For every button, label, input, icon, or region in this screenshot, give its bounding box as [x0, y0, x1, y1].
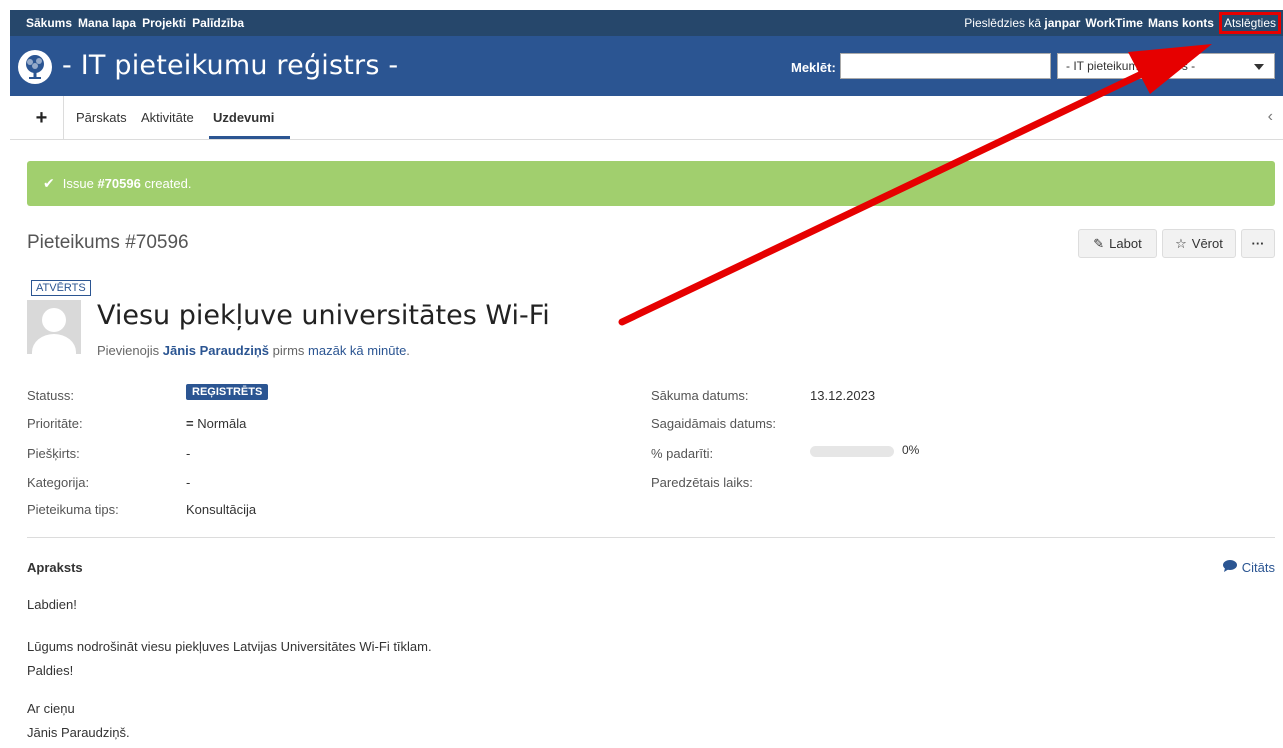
- tree-logo-icon: [18, 50, 52, 84]
- top-menu: Sākums Mana lapa Projekti Palīdzība Pies…: [10, 10, 1283, 36]
- menu-my-page-link[interactable]: Mana lapa: [78, 16, 136, 30]
- priority-equals-icon: =: [186, 416, 194, 431]
- selected-tab-indicator: [209, 136, 290, 139]
- scroll-left-icon[interactable]: ‹: [1268, 108, 1273, 126]
- speech-bubble-icon: [1222, 560, 1237, 575]
- new-object-button[interactable]: +: [20, 96, 64, 140]
- search-input[interactable]: [840, 53, 1051, 79]
- tab-issues[interactable]: Uzdevumi: [213, 110, 274, 125]
- description-line: Jānis Paraudziņš.: [27, 725, 130, 740]
- attr-type-value: Konsultācija: [186, 502, 257, 517]
- flash-notice: ✔ Issue #70596 created.: [27, 161, 1275, 206]
- quote-button[interactable]: Citāts: [1222, 560, 1275, 575]
- pencil-icon: ✎: [1093, 235, 1105, 251]
- menu-projects-link[interactable]: Projekti: [142, 16, 186, 30]
- priority-text: Normāla: [197, 416, 247, 431]
- attr-status-label: Statuss:: [27, 388, 74, 403]
- logged-in-prefix: Pieslēdzies kā: [964, 16, 1042, 30]
- attr-category-value: -: [186, 475, 191, 490]
- status-value-badge: REĢISTRĒTS: [186, 384, 269, 400]
- attr-category-label: Kategorija:: [27, 475, 90, 490]
- avatar: [27, 300, 81, 354]
- time-prefix: pirms: [272, 343, 305, 358]
- attr-start-date-value: 13.12.2023: [810, 388, 876, 403]
- menu-home-link[interactable]: Sākums: [26, 16, 72, 30]
- attr-done-value: 0%: [902, 443, 920, 457]
- tab-activity[interactable]: Aktivitāte: [141, 110, 194, 125]
- project-jump-select[interactable]: - IT pieteikumu reģistrs -: [1057, 53, 1275, 79]
- project-title: - IT pieteikumu reģistrs -: [62, 50, 399, 81]
- more-actions-button[interactable]: ···: [1241, 229, 1275, 258]
- watch-button[interactable]: ☆ Vērot: [1162, 229, 1236, 258]
- worktime-link[interactable]: WorkTime: [1085, 16, 1143, 30]
- divider: [27, 537, 1275, 538]
- author-link[interactable]: Jānis Paraudziņš: [163, 343, 269, 358]
- search-label: Meklēt:: [791, 60, 836, 75]
- main-menu: + Pārskats Aktivitāte Uzdevumi ‹: [10, 96, 1283, 140]
- attr-assignee-label: Piešķirts:: [27, 446, 80, 461]
- attr-priority-label: Prioritāte:: [27, 416, 83, 431]
- header: - IT pieteikumu reģistrs - Meklēt: - IT …: [10, 36, 1283, 96]
- description-line: Paldies!: [27, 663, 74, 678]
- logout-link[interactable]: Atslēgties: [1218, 12, 1281, 34]
- top-menu-left: Sākums Mana lapa Projekti Palīdzība: [26, 10, 244, 36]
- avatar-head: [42, 308, 66, 332]
- flash-suffix: created.: [144, 176, 192, 191]
- attr-due-date-label: Sagaidāmais datums:: [651, 416, 777, 431]
- status-tag: ATVĒRTS: [31, 280, 91, 296]
- attr-estimated-label: Paredzētais laiks:: [651, 475, 753, 490]
- time-link[interactable]: mazāk kā minūte: [308, 343, 406, 358]
- attr-assignee-value: -: [186, 446, 191, 461]
- description-title: Apraksts: [27, 560, 83, 575]
- description-line: Lūgums nodrošināt viesu piekļuves Latvij…: [27, 639, 432, 654]
- description-line: Ar cieņu: [27, 701, 75, 716]
- star-icon: ☆: [1175, 235, 1187, 251]
- quote-label: Citāts: [1241, 560, 1275, 575]
- project-select-value: - IT pieteikumu reģistrs -: [1066, 59, 1196, 73]
- check-icon: ✔: [43, 175, 55, 191]
- menu-help-link[interactable]: Palīdzība: [192, 16, 244, 30]
- author-line: Pievienojis Jānis Paraudziņš pirms mazāk…: [97, 343, 410, 358]
- caret-down-icon: [1254, 64, 1264, 70]
- time-suffix: .: [406, 343, 410, 358]
- issue-heading: Pieteikums #70596: [27, 232, 189, 253]
- tab-overview[interactable]: Pārskats: [76, 110, 127, 125]
- logged-in-as: Pieslēdzies kā janpar: [964, 16, 1080, 30]
- flash-prefix: Issue: [62, 176, 94, 191]
- edit-button[interactable]: ✎ Labot: [1078, 229, 1157, 258]
- description-line: Labdien!: [27, 597, 77, 612]
- attr-type-label: Pieteikuma tips:: [27, 502, 119, 517]
- watch-label: Vērot: [1191, 236, 1223, 251]
- attr-priority-value: = Normāla: [186, 416, 246, 431]
- edit-label: Labot: [1109, 236, 1142, 251]
- flash-issue-link[interactable]: #70596: [97, 176, 140, 191]
- my-account-link[interactable]: Mans konts: [1148, 16, 1214, 30]
- top-menu-right: Pieslēdzies kā janpar WorkTime Mans kont…: [964, 10, 1281, 36]
- username-link[interactable]: janpar: [1044, 16, 1080, 30]
- avatar-body: [32, 334, 76, 354]
- attr-start-date-label: Sākuma datums:: [651, 388, 749, 403]
- issue-subject: Viesu piekļuve universitātes Wi-Fi: [97, 300, 550, 331]
- done-progress-bar: [810, 446, 894, 457]
- author-prefix: Pievienojis: [97, 343, 160, 358]
- attr-done-label: % padarīti:: [651, 446, 714, 461]
